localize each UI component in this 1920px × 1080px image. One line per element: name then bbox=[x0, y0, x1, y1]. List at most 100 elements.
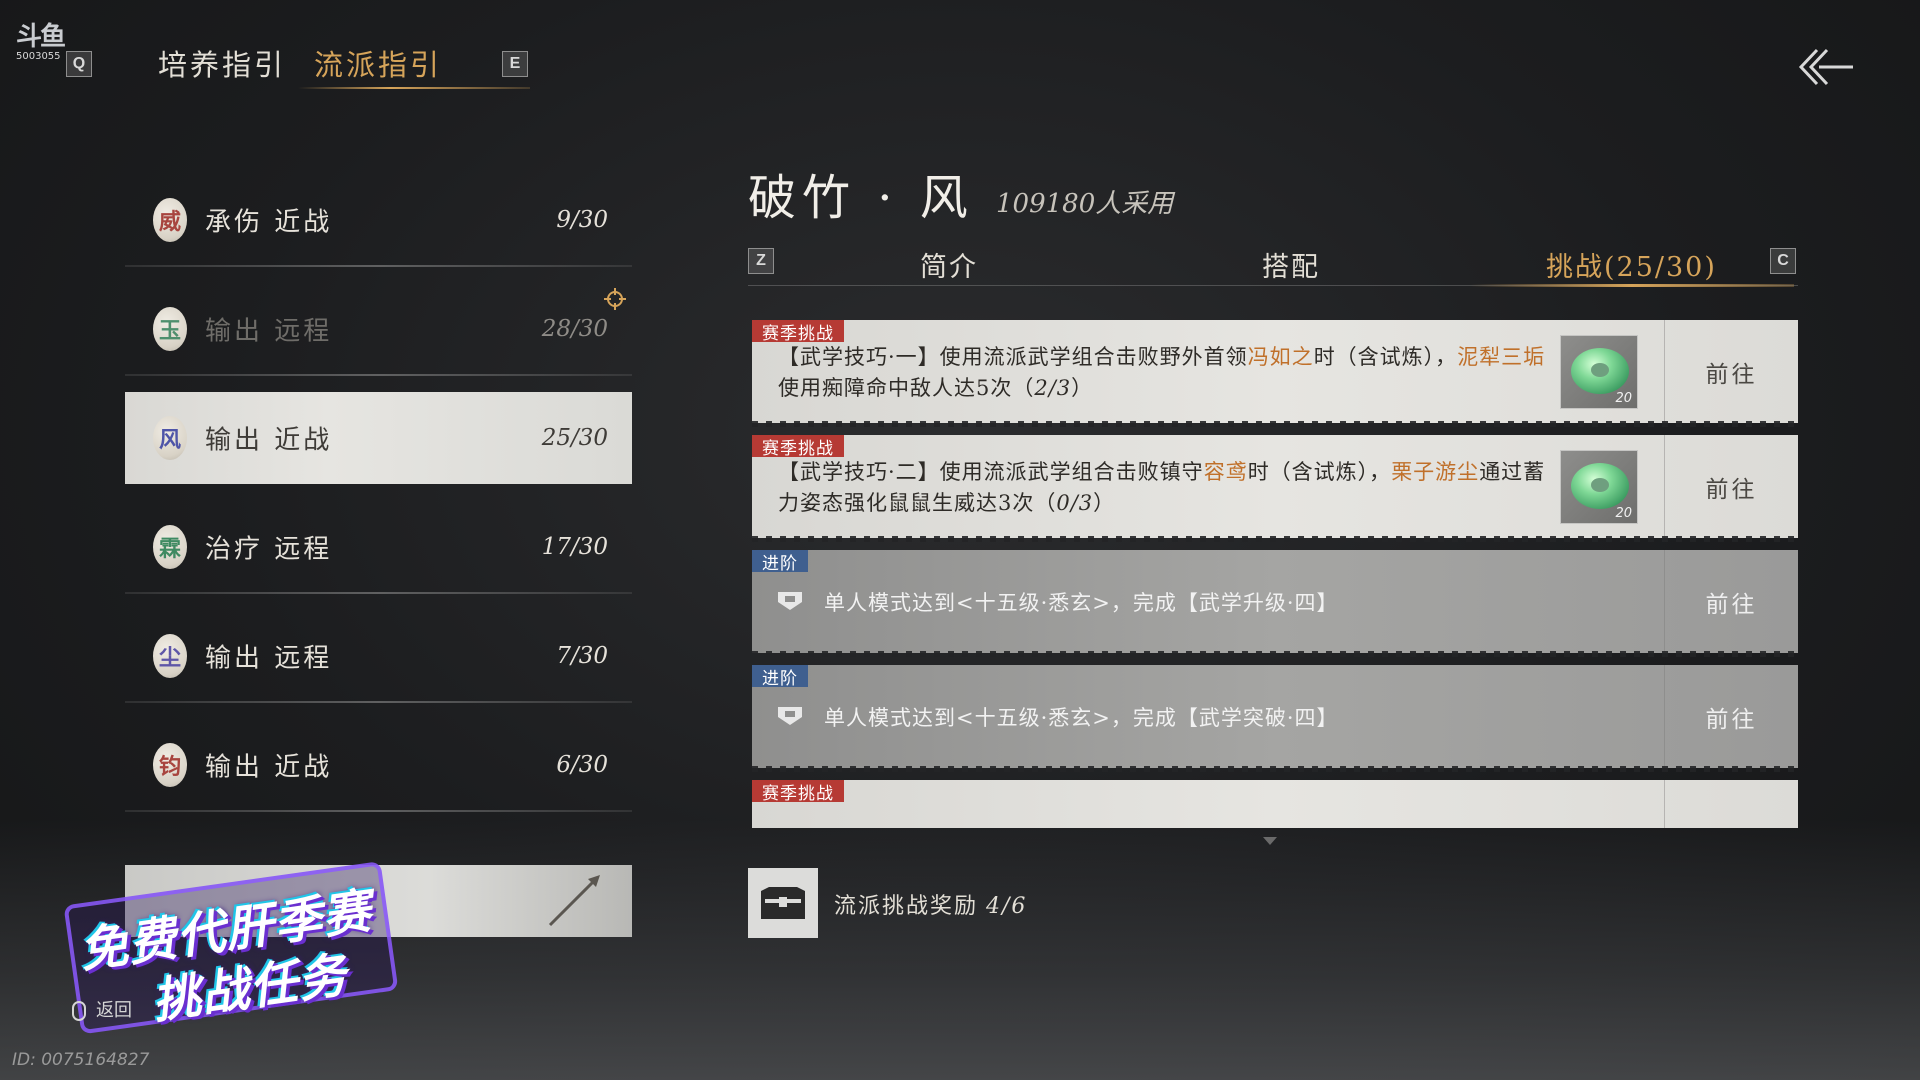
school-label: 承伤 近战 bbox=[205, 207, 333, 238]
key-hint-c: C bbox=[1770, 248, 1796, 274]
ragged-edge bbox=[752, 651, 1798, 657]
divider bbox=[125, 265, 632, 267]
chest-icon-frame bbox=[748, 868, 818, 938]
challenge-progress: 2/3 bbox=[1034, 376, 1072, 400]
ragged-edge bbox=[752, 421, 1798, 427]
tab-school-guide[interactable]: 流派指引 bbox=[314, 42, 442, 84]
desc-part: 【武学技巧·二】使用流派武学组合击败镇守 bbox=[778, 460, 1204, 484]
advance-tag: 进阶 bbox=[752, 550, 808, 574]
school-count: 6/30 bbox=[556, 752, 608, 778]
return-label: 返回 bbox=[96, 1000, 132, 1021]
active-subtab-underline bbox=[1470, 284, 1794, 287]
challenge-item: 进阶 单人模式达到<十五级·悉玄>，完成【武学升级·四】 前往 bbox=[752, 550, 1798, 657]
school-seal-char: 霖 bbox=[158, 536, 181, 562]
tab-loadout[interactable]: 搭配 bbox=[1262, 245, 1320, 284]
season-challenge-tag: 赛季挑战 bbox=[752, 320, 844, 344]
school-count: 25/30 bbox=[541, 425, 608, 451]
season-challenge-tag: 赛季挑战 bbox=[752, 435, 844, 459]
back-arrow-icon[interactable] bbox=[1795, 44, 1855, 90]
divider bbox=[125, 592, 632, 594]
school-label: 输出 近战 bbox=[205, 425, 333, 456]
tab-intro[interactable]: 简介 bbox=[920, 245, 978, 284]
chest-icon bbox=[761, 887, 805, 919]
logo-mark: 斗鱼 bbox=[16, 22, 66, 52]
jade-icon bbox=[1571, 463, 1629, 509]
key-hint-q: Q bbox=[66, 51, 92, 77]
go-button[interactable]: 前往 bbox=[1665, 320, 1798, 423]
reward-item[interactable]: 20 bbox=[1560, 335, 1638, 409]
reward-item[interactable]: 20 bbox=[1560, 450, 1638, 524]
challenge-description: 【武学技巧·一】使用流派武学组合击败野外首领冯如之时（含试炼），泥犁三垢使用痴障… bbox=[778, 342, 1558, 404]
reward-label-text: 流派挑战奖励 bbox=[834, 894, 979, 919]
go-button[interactable]: 前往 bbox=[1665, 665, 1798, 768]
reward-qty: 20 bbox=[1615, 391, 1632, 406]
advance-tag: 进阶 bbox=[752, 665, 808, 689]
spear-icon bbox=[548, 875, 600, 927]
challenge-description: 【武学技巧·二】使用流派武学组合击败镇守容鸢时（含试炼），栗子游尘通过蓄力姿态强… bbox=[778, 457, 1558, 519]
school-seal-char: 尘 bbox=[158, 645, 181, 671]
divider bbox=[125, 701, 632, 703]
school-count: 17/30 bbox=[541, 534, 608, 560]
shield-crest-icon bbox=[778, 707, 802, 725]
ragged-edge bbox=[752, 766, 1798, 772]
school-label: 输出 远程 bbox=[205, 643, 333, 674]
challenge-item: 赛季挑战 bbox=[752, 780, 1798, 828]
go-button[interactable]: 前往 bbox=[1665, 435, 1798, 538]
active-tab-underline bbox=[298, 87, 530, 89]
school-seal-icon: 威 bbox=[153, 198, 187, 242]
challenge-progress: 0/3 bbox=[1056, 491, 1094, 515]
tab-challenge[interactable]: 挑战(25/30) bbox=[1546, 245, 1717, 284]
school-seal-icon: 霖 bbox=[153, 525, 187, 569]
school-seal-char: 钧 bbox=[158, 754, 181, 780]
school-label: 治疗 远程 bbox=[205, 534, 333, 565]
school-item-2[interactable]: 玉 输出 远程 28/30 bbox=[125, 283, 632, 376]
school-item-5[interactable]: 尘 输出 远程 7/30 bbox=[125, 610, 632, 703]
challenge-list[interactable]: 赛季挑战 【武学技巧·一】使用流派武学组合击败野外首领冯如之时（含试炼），泥犁三… bbox=[752, 320, 1798, 828]
key-hint-z: Z bbox=[748, 248, 774, 274]
school-count: 9/30 bbox=[556, 207, 608, 233]
school-label: 输出 近战 bbox=[205, 752, 333, 783]
challenge-item: 赛季挑战 【武学技巧·一】使用流派武学组合击败野外首领冯如之时（含试炼），泥犁三… bbox=[752, 320, 1798, 427]
desc-part: 时（含试炼）， bbox=[1313, 345, 1458, 369]
return-hint[interactable]: 返回 bbox=[72, 996, 132, 1022]
desc-highlight: 容鸢 bbox=[1203, 460, 1248, 484]
stream-id: ID: 0075164827 bbox=[12, 1050, 150, 1070]
desc-highlight: 泥犁三垢 bbox=[1457, 345, 1546, 369]
reward-label: 流派挑战奖励 4/6 bbox=[834, 888, 1027, 920]
school-seal-icon: 玉 bbox=[153, 307, 187, 351]
school-seal-char: 威 bbox=[158, 209, 181, 235]
challenge-item: 赛季挑战 【武学技巧·二】使用流派武学组合击败镇守容鸢时（含试炼），栗子游尘通过… bbox=[752, 435, 1798, 542]
school-seal-icon: 钧 bbox=[153, 743, 187, 787]
adopt-count: 109180人采用 bbox=[996, 189, 1174, 219]
divider bbox=[1664, 780, 1665, 828]
challenge-description: 单人模式达到<十五级·悉玄>，完成【武学升级·四】 bbox=[824, 590, 1339, 615]
school-seal-char: 风 bbox=[158, 427, 181, 453]
school-seal-icon: 尘 bbox=[153, 634, 187, 678]
ragged-edge bbox=[752, 536, 1798, 542]
school-label: 输出 远程 bbox=[205, 316, 333, 347]
desc-part: 【武学技巧·一】使用流派武学组合击败野外首领 bbox=[778, 345, 1248, 369]
challenge-description: 单人模式达到<十五级·悉玄>，完成【武学突破·四】 bbox=[824, 705, 1339, 730]
key-hint-e: E bbox=[502, 51, 528, 77]
desc-highlight: 冯如之 bbox=[1247, 345, 1314, 369]
divider bbox=[125, 810, 632, 812]
school-count: 28/30 bbox=[541, 316, 608, 342]
desc-part: ） bbox=[1093, 491, 1116, 515]
target-icon bbox=[604, 288, 626, 310]
season-challenge-tag: 赛季挑战 bbox=[752, 780, 844, 804]
school-item-4[interactable]: 霖 治疗 远程 17/30 bbox=[125, 501, 632, 594]
school-seal-char: 玉 bbox=[158, 318, 181, 344]
desc-part: ） bbox=[1071, 376, 1094, 400]
desc-part: 时（含试炼）， bbox=[1247, 460, 1392, 484]
school-item-6[interactable]: 钧 输出 近战 6/30 bbox=[125, 719, 632, 812]
mouse-icon bbox=[72, 1001, 86, 1021]
jade-icon bbox=[1571, 348, 1629, 394]
school-item-1[interactable]: 威 承伤 近战 9/30 bbox=[125, 174, 632, 267]
school-item-3-selected[interactable]: 风 输出 近战 25/30 bbox=[125, 392, 632, 484]
go-button[interactable]: 前往 bbox=[1665, 550, 1798, 653]
desc-highlight: 栗子游尘 bbox=[1391, 460, 1480, 484]
scroll-down-icon[interactable] bbox=[1262, 836, 1278, 846]
school-title: 破竹 · 风 bbox=[748, 170, 974, 226]
tab-cultivation-guide[interactable]: 培养指引 bbox=[158, 42, 286, 84]
shield-crest-icon bbox=[778, 592, 802, 610]
